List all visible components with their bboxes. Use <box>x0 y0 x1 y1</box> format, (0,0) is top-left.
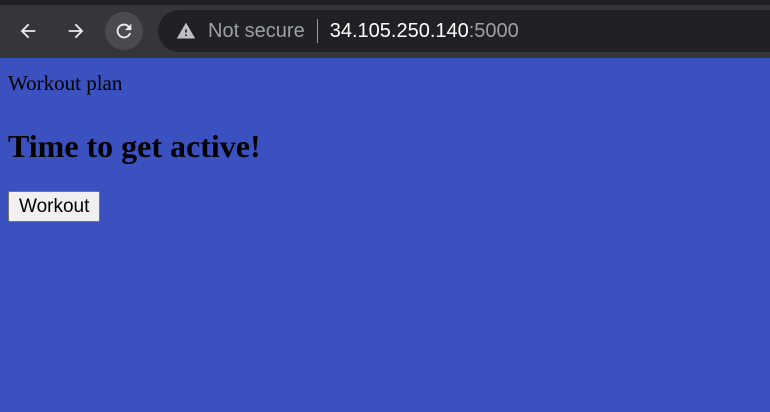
warning-triangle-icon[interactable] <box>176 21 196 41</box>
toolbar-top-edge <box>0 0 770 5</box>
reload-button[interactable] <box>105 12 143 50</box>
browser-toolbar: Not secure 34.105.250.140:5000 <box>0 0 770 58</box>
arrow-right-icon <box>68 23 84 39</box>
reload-icon <box>116 23 132 39</box>
url-port: :5000 <box>468 19 519 42</box>
page-content: Workout plan Time to get active! Workout <box>0 58 770 412</box>
address-bar[interactable]: Not secure 34.105.250.140:5000 <box>158 10 770 52</box>
forward-button[interactable] <box>57 12 95 50</box>
arrow-left-icon <box>20 23 36 39</box>
back-button[interactable] <box>9 12 47 50</box>
security-label[interactable]: Not secure <box>208 20 305 43</box>
page-title-text: Workout plan <box>8 71 123 95</box>
address-separator <box>316 19 318 43</box>
main-heading: Time to get active! <box>8 128 261 164</box>
workout-button[interactable]: Workout <box>8 191 101 222</box>
url-host: 34.105.250.140 <box>329 19 469 42</box>
